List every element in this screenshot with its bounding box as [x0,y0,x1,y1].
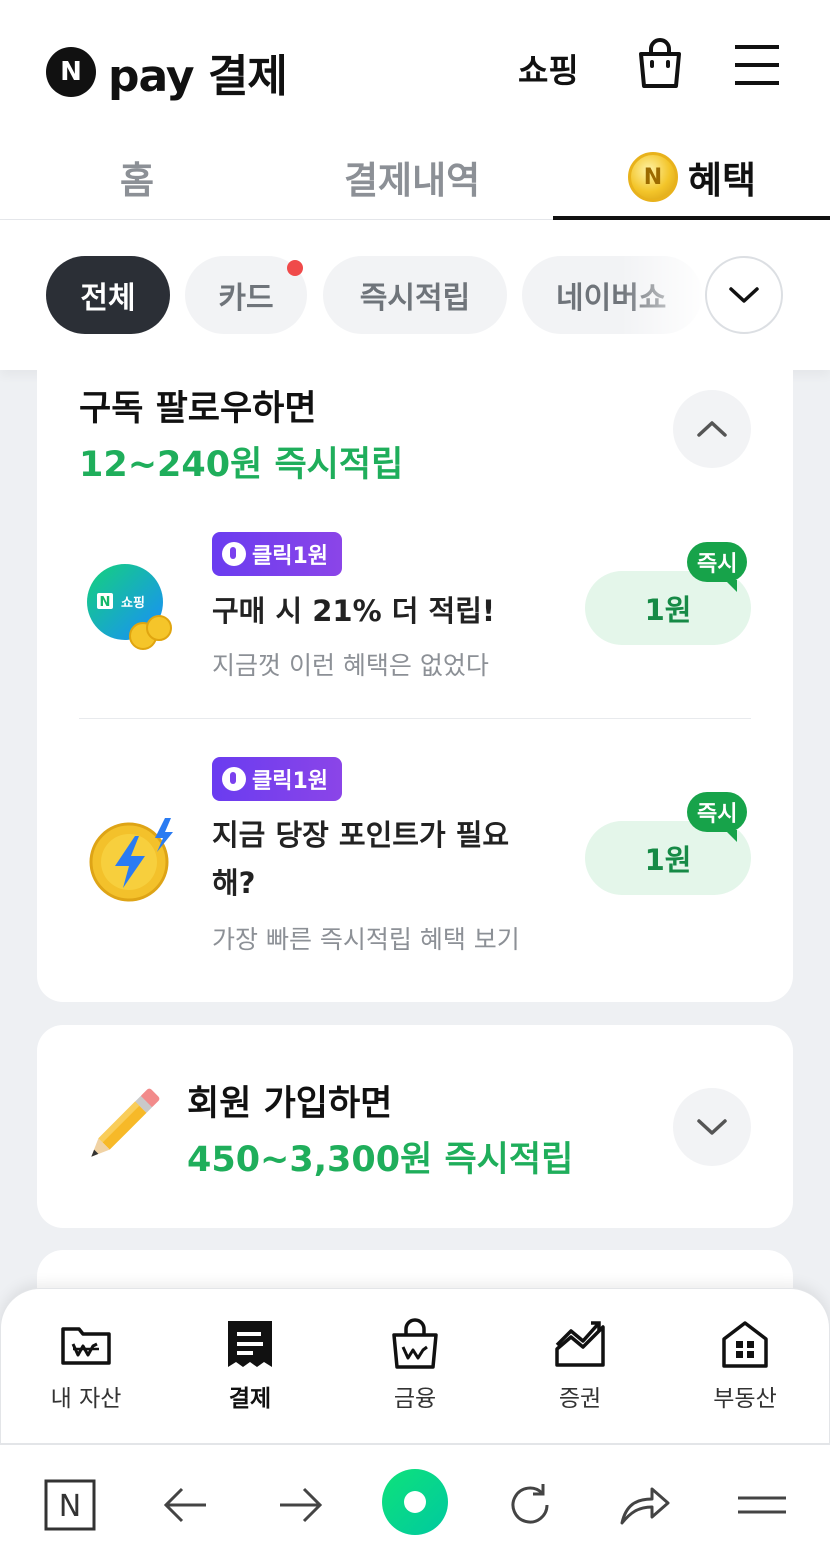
nav-label: 내 자산 [50,1386,122,1412]
npay-logo[interactable]: N pay 결제 [46,40,288,104]
chip-instant-reward[interactable]: 즉시적립 [323,256,507,334]
browser-n-letter: N [59,1489,81,1524]
chip-card[interactable]: 카드 [185,256,307,334]
naver-home-button[interactable]: N [40,1475,100,1535]
signup-benefit-card[interactable]: 회원 가입하면 450~3,300원 즉시적립 [37,1025,793,1228]
collapse-button[interactable] [673,390,751,468]
naver-n-icon: N [46,47,96,97]
section-subtitle: 12~240원 즉시적립 [79,445,404,485]
menu-lines-icon [738,1496,786,1514]
bottom-navigation: 내 자산 결제 금융 증권 부동산 [0,1288,830,1444]
nav-label: 부동산 [713,1386,777,1412]
badge-label: 클릭1원 [252,544,329,569]
tab-benefits[interactable]: N 혜택 [628,150,756,204]
item-description: 지금껏 이런 혜택은 없었다 [212,651,489,680]
building-icon [722,1321,768,1368]
badge-label: 클릭1원 [252,769,329,794]
click-hand-icon [222,542,246,566]
naver-n-box-icon: N [44,1479,96,1531]
chip-fade-overlay [620,250,710,340]
n-icon-letter: N [100,595,111,610]
item-title-line2: 해? [212,866,256,900]
instant-tag: 즉시 [687,792,748,842]
nav-stocks[interactable]: 증권 [525,1317,635,1413]
back-button[interactable] [156,1475,216,1535]
app-header: N pay 결제 쇼핑 [0,0,830,132]
logo-text: pay 결제 [108,51,288,102]
tab-home[interactable]: 홈 [120,150,154,204]
section-title: 회원 가입하면 [187,1084,393,1124]
arrow-left-icon [163,1487,206,1523]
chevron-down-icon [729,287,759,303]
refresh-button[interactable] [500,1475,560,1535]
expand-chips-button[interactable] [705,256,783,334]
click-reward-badge: 클릭1원 [212,757,343,801]
click-hand-icon [222,767,246,791]
chevron-up-icon [697,421,727,437]
nav-label: 증권 [558,1386,602,1412]
nav-payment[interactable]: 결제 [195,1317,305,1413]
forward-button[interactable] [270,1475,330,1535]
chart-trend-icon [555,1321,605,1367]
hamburger-menu-icon[interactable] [733,42,781,88]
subscribe-benefit-card: 구독 팔로우하면 12~240원 즉시적립 N 쇼핑 클릭1원 구매 시 21%… [37,340,793,1002]
lightning-coin-icon [89,818,173,902]
nav-real-estate[interactable]: 부동산 [690,1317,800,1413]
shopping-link[interactable]: 쇼핑 [518,44,579,92]
arrow-right-icon [280,1487,323,1523]
section-subtitle: 450~3,300원 즉시적립 [187,1140,574,1180]
shopping-icon-text: 쇼핑 [121,595,145,611]
nav-my-assets[interactable]: 내 자산 [31,1317,141,1413]
nav-label: 결제 [228,1386,272,1412]
click-reward-badge: 클릭1원 [212,532,343,576]
pencil-icon [91,1088,160,1157]
instant-tag: 즉시 [687,542,748,592]
refresh-icon [511,1484,549,1524]
browser-toolbar: N [0,1444,830,1561]
share-button[interactable] [615,1475,675,1535]
expand-button[interactable] [673,1088,751,1166]
main-tabs: 홈 결제내역 N 혜택 [0,132,830,220]
nav-finance[interactable]: 금융 [360,1317,470,1413]
item-title-line1: 지금 당장 포인트가 필요 [212,818,510,852]
browser-menu-button[interactable] [732,1475,792,1535]
section-title: 구독 팔로우하면 [79,389,317,429]
item-divider [79,718,751,719]
chip-card-label: 카드 [218,281,274,316]
receipt-icon [228,1321,272,1367]
new-dot-badge [287,260,303,276]
green-dot-button[interactable] [380,1467,450,1537]
folder-won-icon [61,1327,111,1365]
money-bag-icon [392,1318,438,1369]
naver-shopping-icon: N 쇼핑 [87,564,172,650]
item-description: 가장 빠른 즉시적립 혜택 보기 [212,925,520,954]
npay-coin-icon: N [628,152,678,202]
share-arrow-icon [620,1487,670,1525]
item-title: 구매 시 21% 더 적립! [212,594,496,628]
tab-benefits-label: 혜택 [688,159,757,202]
shopping-bag-icon[interactable] [636,38,684,90]
tab-payment-history[interactable]: 결제내역 [344,150,480,204]
green-dot-icon [382,1469,448,1535]
nav-label: 금융 [393,1386,437,1412]
chip-all[interactable]: 전체 [46,256,170,334]
chevron-down-icon [697,1119,727,1135]
